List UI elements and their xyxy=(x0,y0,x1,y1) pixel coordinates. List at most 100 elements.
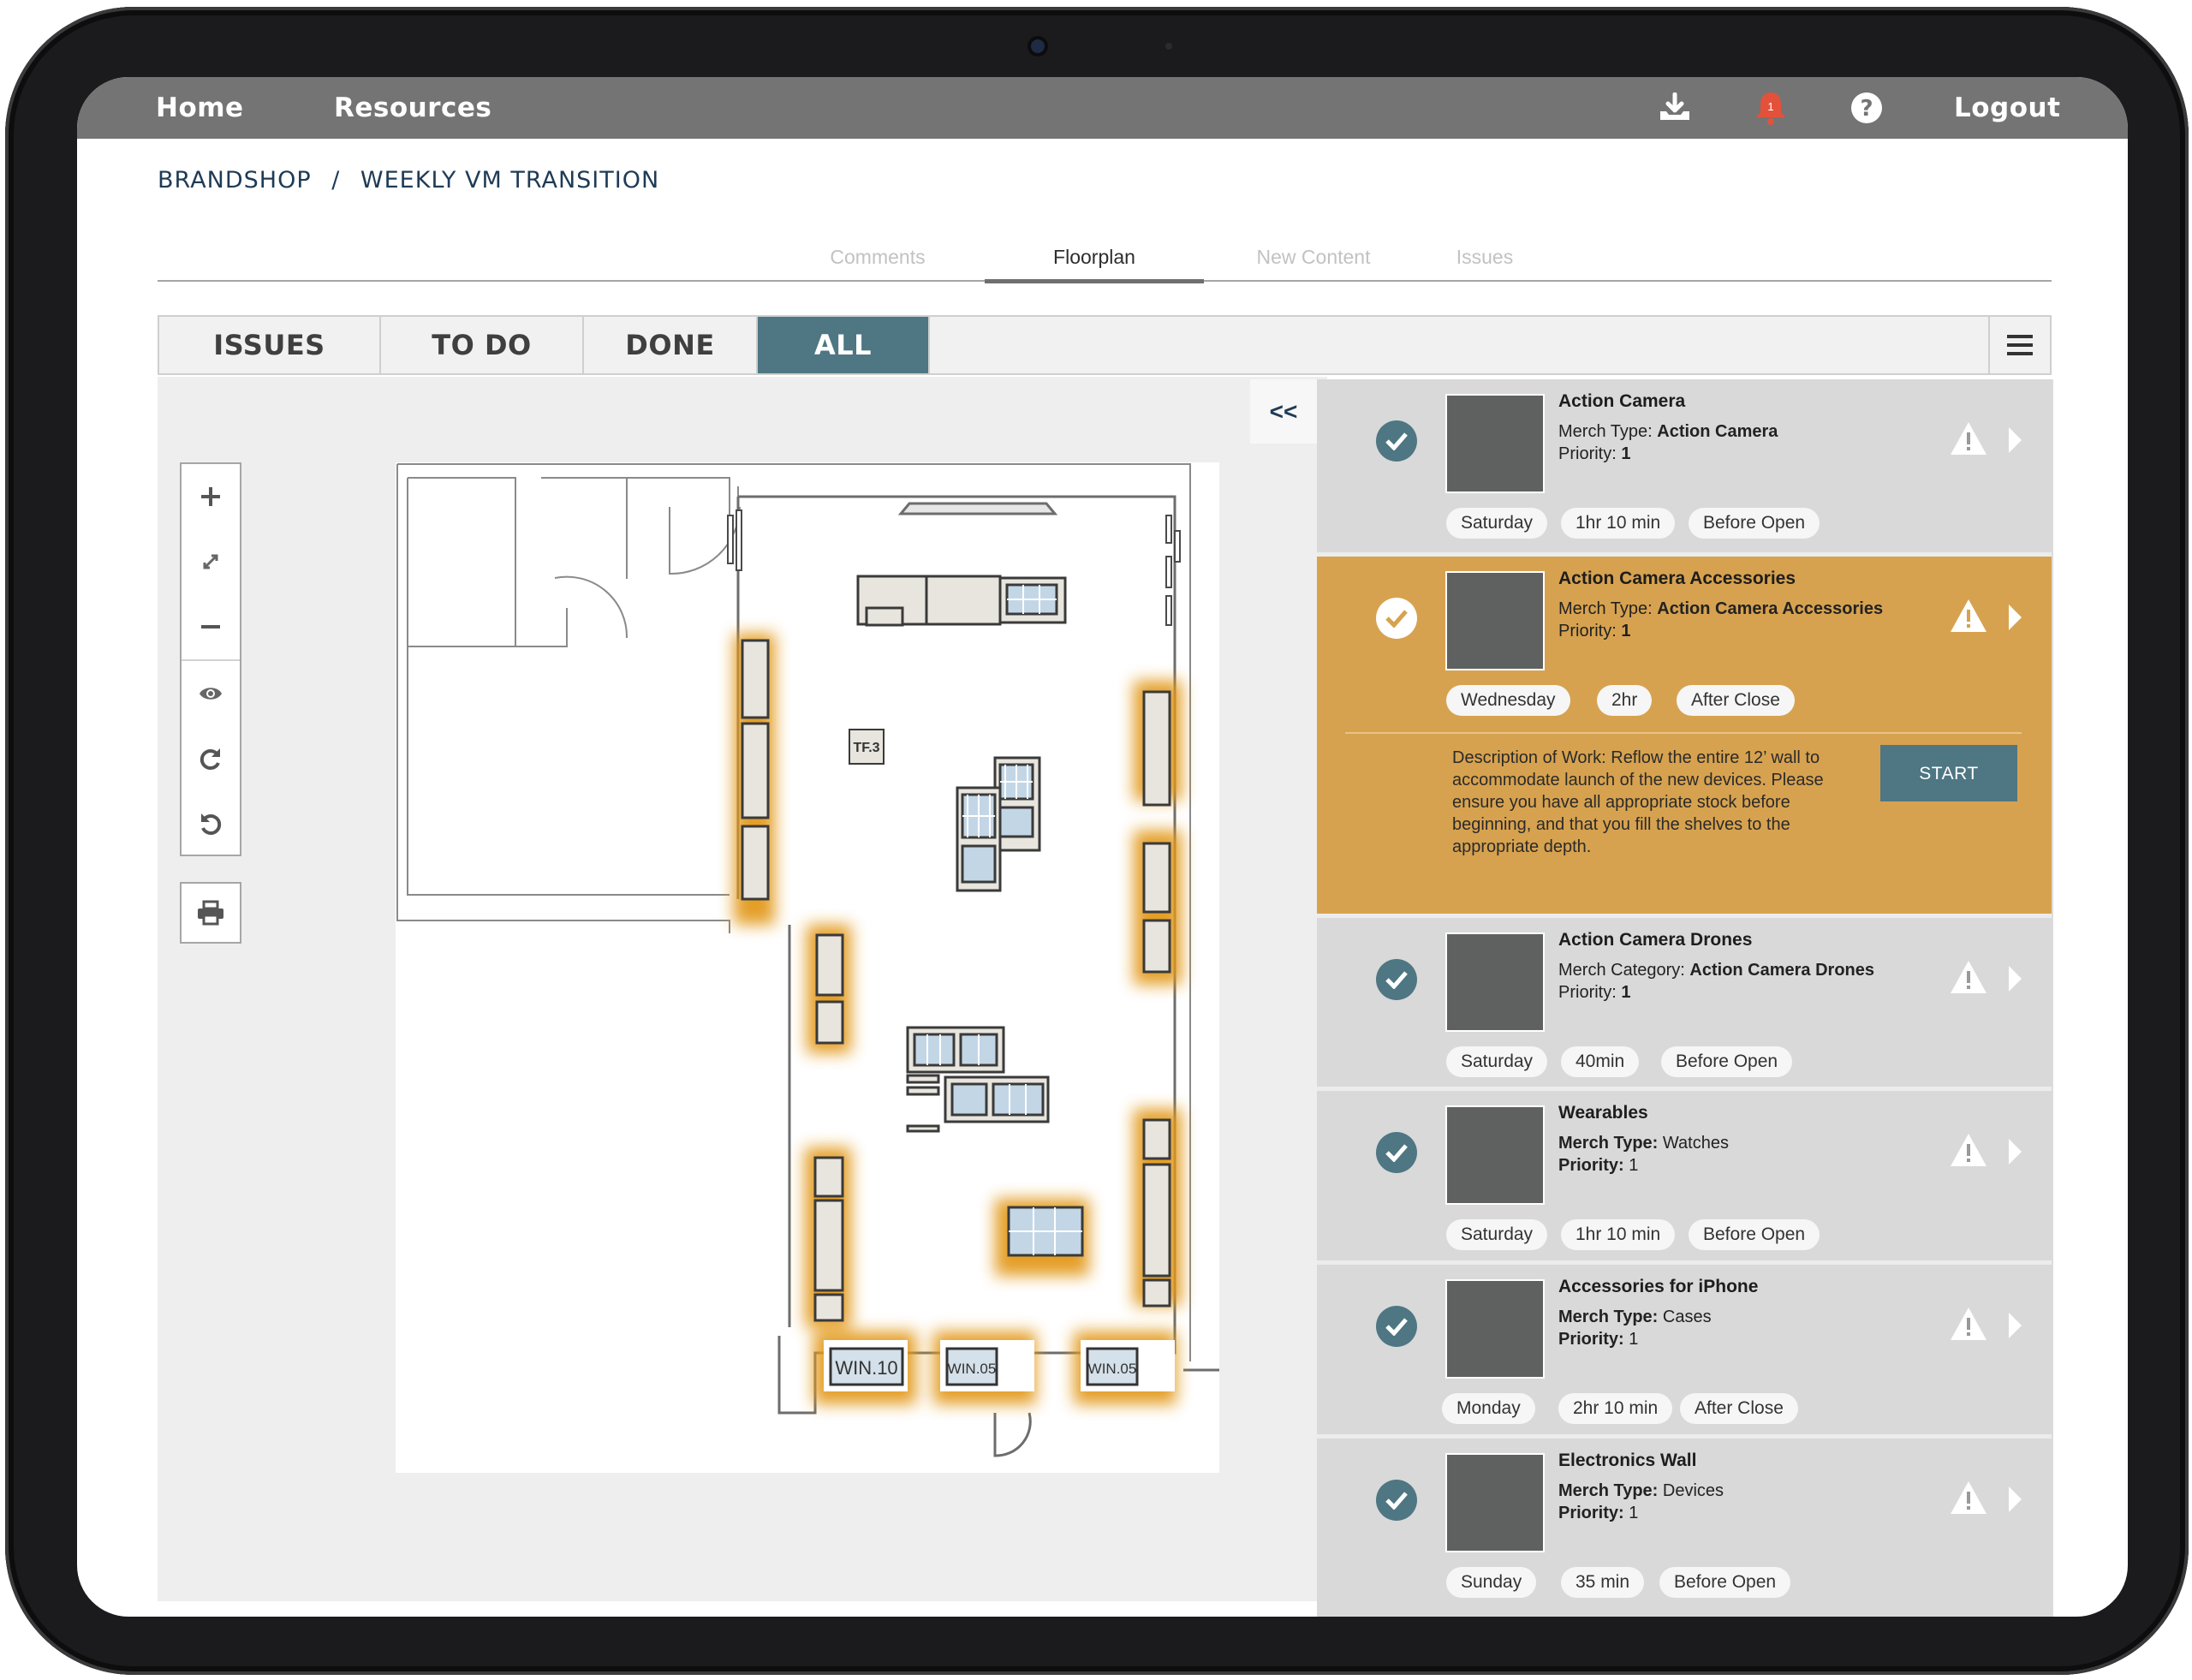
warning-icon[interactable] xyxy=(1949,1132,1988,1172)
bell-icon[interactable]: 1 xyxy=(1752,89,1790,127)
warning-icon[interactable] xyxy=(1949,959,1988,999)
chevron-right-icon[interactable] xyxy=(2007,1313,2022,1343)
tablet-frame: Home Resources 1 ? Logout BRANDSHOP / WE… xyxy=(5,7,2189,1675)
warning-icon[interactable] xyxy=(1949,1306,1988,1346)
check-circle-icon[interactable] xyxy=(1376,1132,1417,1173)
task-card[interactable]: Wearables Merch Type: Watches Priority: … xyxy=(1317,1091,2052,1265)
task-priority-line: Priority: 1 xyxy=(1558,1156,1638,1176)
merch-category-value: Action Camera Drones xyxy=(1689,961,1875,980)
task-thumbnail xyxy=(1445,1453,1545,1552)
chevron-right-icon[interactable] xyxy=(2007,1139,2022,1169)
help-icon[interactable]: ? xyxy=(1848,89,1885,127)
app-screen: Home Resources 1 ? Logout BRANDSHOP / WE… xyxy=(77,77,2128,1617)
tab-floorplan[interactable]: Floorplan xyxy=(985,235,1204,283)
filter-todo-button[interactable]: TO DO xyxy=(381,317,584,373)
tab-comments[interactable]: Comments xyxy=(813,235,942,280)
task-title: Action Camera Drones xyxy=(1558,930,1753,950)
day-badge: Saturday xyxy=(1446,1046,1548,1077)
timing-badge: Before Open xyxy=(1689,1219,1820,1250)
duration-badge: 1hr 10 min xyxy=(1561,508,1676,539)
task-title: Wearables xyxy=(1558,1103,1648,1123)
warning-icon[interactable] xyxy=(1949,1480,1988,1520)
warning-icon[interactable] xyxy=(1949,420,1988,461)
window-label-2: WIN.05 xyxy=(948,1361,997,1377)
task-card[interactable]: Action Camera Merch Type: Action Camera … xyxy=(1317,379,2052,557)
check-circle-icon[interactable] xyxy=(1376,959,1417,1000)
window-label-3: WIN.05 xyxy=(1088,1361,1137,1377)
chevron-right-icon[interactable] xyxy=(2007,427,2022,457)
undo-icon[interactable] xyxy=(182,791,240,856)
zoom-in-icon[interactable] xyxy=(182,464,240,529)
filter-issues-button[interactable]: ISSUES xyxy=(159,317,381,373)
duration-badge: 1hr 10 min xyxy=(1561,1219,1676,1250)
timing-badge: Before Open xyxy=(1689,508,1820,539)
day-badge: Sunday xyxy=(1446,1567,1537,1598)
task-priority-line: Priority: 1 xyxy=(1558,1330,1638,1349)
expand-icon[interactable] xyxy=(182,529,240,594)
priority-label: Priority: xyxy=(1558,444,1617,463)
card-divider xyxy=(1345,732,2022,734)
breadcrumb-task: WEEKLY VM TRANSITION xyxy=(360,167,660,194)
work-description: Description of Work: Reflow the entire 1… xyxy=(1452,748,1824,856)
chevron-right-icon[interactable] xyxy=(2007,605,2022,634)
filter-bar: ISSUES TO DO DONE ALL xyxy=(158,315,2052,375)
window-displays[interactable]: WIN.10 WIN.05 WIN.05 xyxy=(824,1340,1175,1391)
breadcrumb: BRANDSHOP / WEEKLY VM TRANSITION xyxy=(158,167,671,194)
task-card[interactable]: Action Camera Drones Merch Category: Act… xyxy=(1317,918,2052,1091)
task-priority-line: Priority: 1 xyxy=(1558,622,1630,641)
check-circle-icon[interactable] xyxy=(1376,1306,1417,1347)
warning-icon[interactable] xyxy=(1949,598,1988,638)
task-card[interactable]: Accessories for iPhone Merch Type: Cases… xyxy=(1317,1265,2052,1439)
merch-category-label: Merch Category: xyxy=(1558,961,1685,980)
filter-done-button[interactable]: DONE xyxy=(584,317,758,373)
task-merch-line: Merch Type: Action Camera xyxy=(1558,422,1778,442)
task-merch-line: Merch Category: Action Camera Drones xyxy=(1558,961,1874,980)
priority-value: 1 xyxy=(1621,622,1631,640)
task-thumbnail xyxy=(1445,932,1545,1032)
print-button[interactable] xyxy=(180,882,241,944)
priority-value: 1 xyxy=(1629,1504,1639,1522)
task-card[interactable]: Electronics Wall Merch Type: Devices Pri… xyxy=(1317,1439,2052,1617)
merch-type-label: Merch Type: xyxy=(1558,599,1653,618)
task-merch-line: Merch Type: Devices xyxy=(1558,1481,1724,1501)
breadcrumb-store[interactable]: BRANDSHOP xyxy=(158,167,312,194)
duration-badge: 35 min xyxy=(1561,1567,1645,1598)
breadcrumb-separator: / xyxy=(331,167,341,194)
tab-issues[interactable]: Issues xyxy=(1425,235,1545,280)
filter-all-button[interactable]: ALL xyxy=(758,317,930,373)
fixture-tf-label: TF.3 xyxy=(853,741,879,755)
zoom-out-icon[interactable] xyxy=(182,594,240,659)
check-circle-icon[interactable] xyxy=(1376,598,1417,639)
logout-link[interactable]: Logout xyxy=(1954,92,2060,123)
priority-label: Priority: xyxy=(1558,622,1617,640)
nav-resources-link[interactable]: Resources xyxy=(334,92,491,123)
check-circle-icon[interactable] xyxy=(1376,420,1417,462)
eye-icon[interactable] xyxy=(182,661,240,726)
task-thumbnail xyxy=(1445,1279,1545,1379)
tab-new-content[interactable]: New Content xyxy=(1219,235,1408,280)
print-icon xyxy=(198,900,223,926)
start-button[interactable]: START xyxy=(1880,745,2017,801)
task-priority-line: Priority: 1 xyxy=(1558,983,1630,1003)
merch-type-label: Merch Type: xyxy=(1558,422,1653,441)
merch-type-value: Cases xyxy=(1662,1308,1712,1326)
map-tools xyxy=(180,462,241,856)
duration-badge: 2hr xyxy=(1597,685,1653,716)
merch-type-label: Merch Type: xyxy=(1558,1308,1659,1326)
chevron-right-icon[interactable] xyxy=(2007,1486,2022,1516)
merch-type-value: Action Camera xyxy=(1657,422,1778,441)
floorplan-map[interactable]: TF.3 WIN.10 WIN.05 WIN.05 xyxy=(396,462,1219,1473)
collapse-panel-button[interactable]: << xyxy=(1250,379,1319,444)
redo-icon[interactable] xyxy=(182,726,240,791)
menu-button[interactable] xyxy=(1988,317,2050,373)
task-card-selected[interactable]: Action Camera Accessories Merch Type: Ac… xyxy=(1317,557,2052,918)
check-circle-icon[interactable] xyxy=(1376,1480,1417,1521)
day-badge: Saturday xyxy=(1446,508,1548,539)
nav-home-link[interactable]: Home xyxy=(156,92,244,123)
task-thumbnail xyxy=(1445,571,1545,670)
timing-badge: Before Open xyxy=(1659,1567,1791,1598)
chevron-right-icon[interactable] xyxy=(2007,966,2022,996)
priority-label: Priority: xyxy=(1558,1156,1624,1175)
download-icon[interactable] xyxy=(1656,89,1694,127)
day-badge: Wednesday xyxy=(1446,685,1570,716)
